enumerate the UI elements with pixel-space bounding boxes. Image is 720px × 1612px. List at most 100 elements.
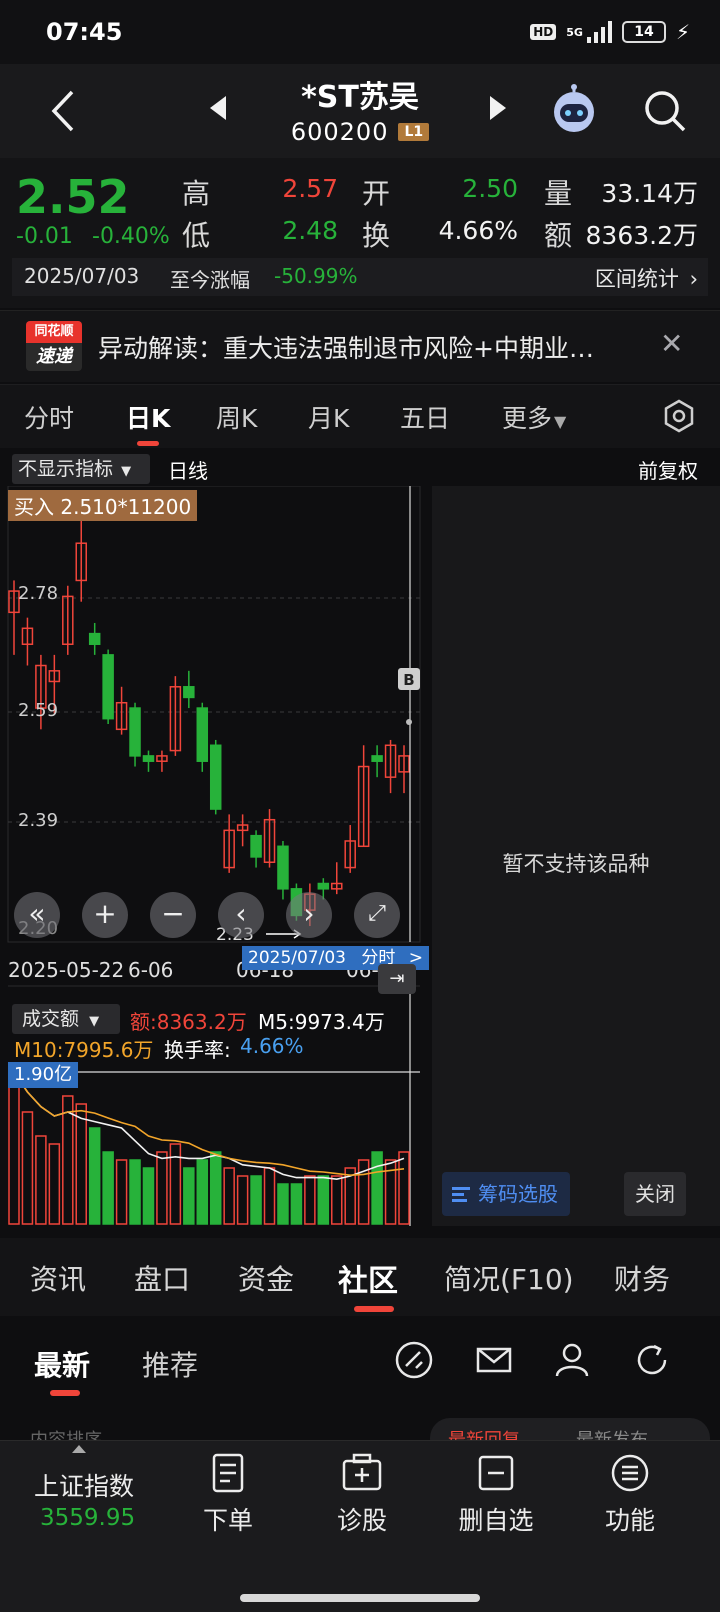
volume-bar xyxy=(398,1151,410,1225)
cursor-date: 2025/07/03 xyxy=(248,948,346,968)
rewind-icon[interactable]: « xyxy=(14,892,60,938)
tab-capital[interactable]: 资金 xyxy=(238,1258,294,1298)
chevron-right-icon: › xyxy=(689,267,698,291)
sort-latest-reply[interactable]: 最新回复 xyxy=(448,1426,520,1440)
range-stats-link[interactable]: 区间统计 › xyxy=(595,263,698,293)
index-name[interactable]: 上证指数 xyxy=(34,1467,134,1503)
next-stock-icon[interactable] xyxy=(490,96,506,120)
news-logo: 同花顺 速递 xyxy=(26,321,82,371)
diagnose-icon xyxy=(342,1453,382,1491)
volume-bar xyxy=(263,1167,276,1225)
price-label-low: 2.39 xyxy=(18,810,59,831)
caret-up-icon xyxy=(72,1445,86,1453)
bottom-nav: 上证指数 3559.95 下单 诊股 删自选 功能 xyxy=(0,1440,720,1612)
b-marker-text: B xyxy=(403,671,414,689)
caret-down-icon: ▼ xyxy=(89,1014,100,1029)
volume-m10: M10:7995.6万 xyxy=(14,1038,154,1062)
fullscreen-icon[interactable]: ⤢ xyxy=(354,892,400,938)
volume-bar xyxy=(277,1183,289,1225)
nav-order[interactable]: 下单 xyxy=(178,1453,278,1537)
date-axis-mid1: 6-06 xyxy=(128,958,174,982)
chip-select-button[interactable]: 筹码选股 xyxy=(442,1172,570,1216)
search-icon[interactable] xyxy=(640,86,690,136)
move-left-icon[interactable]: ‹ xyxy=(218,892,264,938)
tab-community[interactable]: 社区 xyxy=(338,1256,398,1300)
user-icon[interactable] xyxy=(552,1340,592,1380)
tab-order-book[interactable]: 盘口 xyxy=(134,1258,190,1298)
caret-down-icon: ▼ xyxy=(121,464,132,479)
nav-remove-watch[interactable]: 删自选 xyxy=(446,1453,546,1537)
status-time: 07:45 xyxy=(46,18,123,46)
volume-bar xyxy=(223,1167,235,1225)
sort-toggle[interactable]: 最新回复 最新发布 xyxy=(430,1418,710,1440)
tab-weekly-k[interactable]: 周K xyxy=(216,399,257,435)
order-icon xyxy=(212,1453,244,1493)
tab-monthly-k[interactable]: 月K xyxy=(308,399,349,435)
last-price: 2.52 xyxy=(16,170,130,224)
refresh-icon[interactable] xyxy=(632,1340,672,1380)
volume-m5: M5:9973.4万 xyxy=(258,1010,385,1034)
volume-bar xyxy=(331,1175,343,1225)
mail-icon[interactable] xyxy=(474,1340,514,1380)
news-banner[interactable]: 同花顺 速递 异动解读：重大违法强制退市风险+中期业… ✕ xyxy=(0,310,720,382)
adjust-label[interactable]: 前复权 xyxy=(638,455,698,484)
close-icon[interactable]: ✕ xyxy=(660,327,683,360)
content-sort-label: 内容排序 xyxy=(30,1426,102,1440)
news-text: 异动解读：重大违法强制退市风险+中期业… xyxy=(98,334,594,363)
sub-tab-latest[interactable]: 最新 xyxy=(34,1344,90,1384)
home-indicator[interactable] xyxy=(240,1594,480,1602)
candle-body xyxy=(317,882,330,890)
volume-bar xyxy=(21,1111,34,1225)
nav-diagnose[interactable]: 诊股 xyxy=(312,1453,412,1537)
turnover-value: 4.66% xyxy=(438,216,518,245)
nav-remove-watch-label: 删自选 xyxy=(458,1506,534,1535)
sub-tab-recommend[interactable]: 推荐 xyxy=(142,1344,198,1384)
close-chip-button[interactable]: 关闭 xyxy=(624,1172,686,1216)
chip-list-icon xyxy=(452,1187,470,1202)
date-axis-start: 2025-05-22 xyxy=(8,958,125,982)
volume-indicator-select[interactable]: 成交额 ▼ xyxy=(12,1004,120,1034)
ai-robot-icon[interactable] xyxy=(548,84,600,136)
candle-body xyxy=(250,834,262,858)
since-change-value: -50.99% xyxy=(274,264,358,288)
post-icon[interactable] xyxy=(394,1340,434,1380)
candle-body xyxy=(277,845,289,890)
volume-bar xyxy=(102,1151,114,1225)
section-tab-underline xyxy=(354,1306,394,1312)
settings-hex-icon[interactable] xyxy=(662,399,696,433)
tab-more[interactable]: 更多 ▼ xyxy=(502,399,566,435)
volume-bar xyxy=(88,1127,101,1225)
open-label: 开 xyxy=(362,177,391,210)
tab-intraday[interactable]: 分时 xyxy=(24,399,74,435)
volume-bar xyxy=(156,1151,168,1225)
jump-to-end-icon[interactable]: ⇥ xyxy=(378,964,416,994)
range-stats-label: 区间统计 xyxy=(594,267,679,291)
tab-news[interactable]: 资讯 xyxy=(30,1258,86,1298)
status-icons: HD 5G 14 ⚡ xyxy=(530,18,690,46)
volume-bar xyxy=(236,1175,249,1225)
tab-five-day[interactable]: 五日 xyxy=(400,399,450,435)
low-label: 低 xyxy=(182,219,211,252)
candle-body xyxy=(371,755,383,762)
candle-body xyxy=(129,707,141,757)
tab-finance[interactable]: 财务 xyxy=(614,1258,670,1298)
kline-chart[interactable]: B 2.23 xyxy=(0,486,432,1236)
tab-f10[interactable]: 简况(F10) xyxy=(444,1258,574,1298)
turnover-label: 换 xyxy=(362,219,391,252)
nav-functions[interactable]: 功能 xyxy=(580,1453,680,1537)
amount-value: 8363.2万 xyxy=(585,221,698,250)
nav-functions-label: 功能 xyxy=(604,1506,655,1535)
indicator-label: 不显示指标 xyxy=(18,458,114,480)
zoom-in-icon[interactable]: + xyxy=(82,892,128,938)
tab-daily-k[interactable]: 日K xyxy=(126,399,170,435)
candle-body xyxy=(88,632,101,645)
period-tabs: 分时 日K 周K 月K 五日 更多 ▼ xyxy=(0,384,720,448)
indicator-select[interactable]: 不显示指标 ▼ xyxy=(12,454,150,484)
quote-date: 2025/07/03 xyxy=(24,264,140,288)
volume-max-tag: 1.90亿 xyxy=(8,1062,79,1088)
zoom-out-icon[interactable]: − xyxy=(150,892,196,938)
sort-latest-post[interactable]: 最新发布 xyxy=(576,1426,648,1440)
move-right-icon[interactable]: › xyxy=(286,892,332,938)
nav-diagnose-label: 诊股 xyxy=(336,1506,387,1535)
volume-bar xyxy=(48,1143,61,1225)
